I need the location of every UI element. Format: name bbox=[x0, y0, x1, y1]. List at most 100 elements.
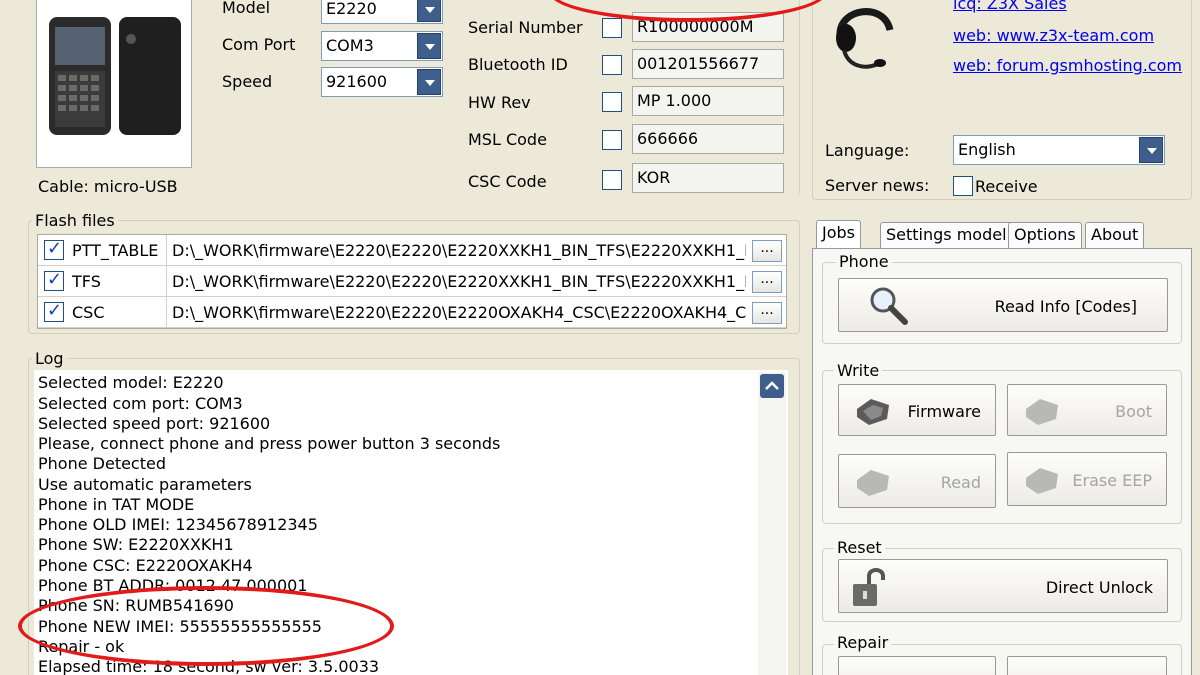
phone-picture-icon bbox=[49, 17, 181, 135]
read-info-button[interactable]: Read Info [Codes] bbox=[838, 278, 1168, 332]
log-line: Phone in TAT MODE bbox=[38, 495, 195, 514]
tfs-checkbox[interactable] bbox=[44, 269, 64, 291]
log-line: Phone SW: E2220XXKH1 bbox=[38, 535, 234, 554]
erase-eep-label: Erase EEP bbox=[1072, 471, 1152, 490]
flash-row-separator bbox=[166, 266, 167, 296]
comport-value: COM3 bbox=[326, 36, 374, 55]
csc-name: CSC bbox=[72, 303, 105, 322]
repair-button-2[interactable] bbox=[1007, 656, 1167, 675]
model-select[interactable]: E2220 bbox=[321, 0, 443, 24]
log-line: Phone CSC: E2220OXAKH4 bbox=[38, 556, 253, 575]
repair-button-1[interactable] bbox=[838, 656, 996, 675]
repair-title: Repair bbox=[834, 633, 892, 652]
log-line: Use automatic parameters bbox=[38, 475, 252, 494]
bluetooth-id-label: Bluetooth ID bbox=[468, 55, 568, 74]
ptt-table-browse-button[interactable]: ... bbox=[752, 240, 782, 262]
language-select[interactable]: English bbox=[953, 135, 1165, 165]
bluetooth-id-checkbox[interactable] bbox=[602, 55, 622, 75]
read-button[interactable]: Read bbox=[838, 454, 996, 508]
ptt-table-checkbox[interactable] bbox=[44, 238, 64, 260]
speed-label: Speed bbox=[222, 72, 273, 91]
chip-icon bbox=[1026, 399, 1058, 425]
phone-jobs-title: Phone bbox=[836, 252, 892, 271]
model-label: Model bbox=[222, 0, 271, 17]
ptt-table-name: PTT_TABLE bbox=[72, 241, 159, 260]
receive-label: Receive bbox=[975, 177, 1038, 196]
hw-rev-checkbox[interactable] bbox=[602, 92, 622, 112]
csc-checkbox[interactable] bbox=[44, 300, 64, 322]
read-info-label: Read Info [Codes] bbox=[994, 297, 1137, 316]
model-dropdown-icon[interactable] bbox=[417, 0, 441, 22]
flash-row-ptt-table: PTT_TABLE D:\_WORK\firmware\E2220\E2220\… bbox=[38, 235, 786, 266]
msl-code-field[interactable]: 666666 bbox=[632, 124, 784, 154]
flash-row-csc: CSC D:\_WORK\firmware\E2220\E2220\E2220O… bbox=[38, 297, 786, 328]
bluetooth-id-field[interactable]: 001201556677 bbox=[632, 49, 784, 79]
scroll-up-icon[interactable] bbox=[760, 374, 784, 398]
padlock-icon bbox=[853, 568, 885, 606]
tab-jobs[interactable]: Jobs bbox=[816, 220, 861, 250]
log-line: Selected speed port: 921600 bbox=[38, 414, 271, 433]
speed-dropdown-icon[interactable] bbox=[417, 69, 441, 95]
website-link[interactable]: web: www.z3x-team.com bbox=[953, 26, 1154, 45]
speed-select[interactable]: 921600 bbox=[321, 67, 443, 97]
msl-code-label: MSL Code bbox=[468, 130, 547, 149]
log-line: Phone OLD IMEI: 12345678912345 bbox=[38, 515, 318, 534]
hw-rev-field[interactable]: MP 1.000 bbox=[632, 86, 784, 116]
tab-settings-model[interactable]: Settings model bbox=[880, 222, 1013, 248]
icq-link[interactable]: icq: Z3X Sales bbox=[953, 0, 1067, 13]
tab-options[interactable]: Options bbox=[1008, 222, 1082, 248]
log-title: Log bbox=[32, 349, 67, 368]
hw-rev-label: HW Rev bbox=[468, 93, 531, 112]
tfs-browse-button[interactable]: ... bbox=[752, 271, 782, 293]
tfs-path: D:\_WORK\firmware\E2220\E2220\E2220XXKH1… bbox=[172, 272, 746, 291]
csc-code-checkbox[interactable] bbox=[602, 170, 622, 190]
magnifier-icon bbox=[870, 287, 908, 325]
serial-number-label: Serial Number bbox=[468, 18, 583, 37]
chip-icon bbox=[857, 470, 889, 496]
log-line: Phone Detected bbox=[38, 454, 166, 473]
flash-row-separator bbox=[166, 235, 167, 265]
model-value: E2220 bbox=[326, 0, 377, 18]
log-line: Selected model: E2220 bbox=[38, 373, 224, 392]
comport-label: Com Port bbox=[222, 35, 296, 54]
csc-code-label: CSC Code bbox=[468, 172, 547, 191]
chip-icon bbox=[857, 399, 889, 425]
headset-icon bbox=[830, 0, 900, 78]
tab-about[interactable]: About bbox=[1085, 222, 1145, 248]
server-news-label: Server news: bbox=[825, 176, 930, 195]
firmware-button[interactable]: Firmware bbox=[838, 384, 996, 436]
log-scrollbar[interactable] bbox=[758, 372, 786, 675]
write-title: Write bbox=[834, 361, 883, 380]
annotation-ellipse-serial bbox=[548, 0, 828, 22]
direct-unlock-button[interactable]: Direct Unlock bbox=[838, 559, 1168, 613]
msl-code-checkbox[interactable] bbox=[602, 130, 622, 150]
serial-number-checkbox[interactable] bbox=[602, 18, 622, 38]
boot-label: Boot bbox=[1115, 402, 1152, 421]
language-dropdown-icon[interactable] bbox=[1139, 137, 1163, 163]
reset-title: Reset bbox=[834, 538, 885, 557]
language-label: Language: bbox=[825, 141, 910, 160]
flash-row-tfs: TFS D:\_WORK\firmware\E2220\E2220\E2220X… bbox=[38, 266, 786, 297]
boot-button[interactable]: Boot bbox=[1007, 384, 1167, 436]
csc-code-field[interactable]: KOR bbox=[632, 163, 784, 193]
log-line: Selected com port: COM3 bbox=[38, 394, 243, 413]
speed-value: 921600 bbox=[326, 72, 388, 91]
read-label: Read bbox=[940, 473, 981, 492]
phone-image-frame bbox=[36, 0, 192, 168]
comport-select[interactable]: COM3 bbox=[321, 31, 443, 61]
chip-icon bbox=[1026, 468, 1058, 494]
forum-link[interactable]: web: forum.gsmhosting.com bbox=[953, 56, 1182, 75]
firmware-label: Firmware bbox=[907, 402, 981, 421]
direct-unlock-label: Direct Unlock bbox=[1045, 578, 1153, 597]
annotation-ellipse-imei bbox=[18, 586, 394, 666]
receive-news-checkbox[interactable] bbox=[953, 176, 973, 196]
cable-label: Cable: micro-USB bbox=[38, 177, 178, 196]
info-groupbox-edge bbox=[792, 0, 800, 196]
comport-dropdown-icon[interactable] bbox=[417, 33, 441, 59]
tfs-name: TFS bbox=[72, 272, 101, 291]
log-line: Please, connect phone and press power bu… bbox=[38, 434, 501, 453]
erase-eep-button[interactable]: Erase EEP bbox=[1007, 452, 1167, 506]
csc-browse-button[interactable]: ... bbox=[752, 302, 782, 324]
language-value: English bbox=[958, 140, 1016, 159]
ptt-table-path: D:\_WORK\firmware\E2220\E2220\E2220XXKH1… bbox=[172, 241, 746, 260]
